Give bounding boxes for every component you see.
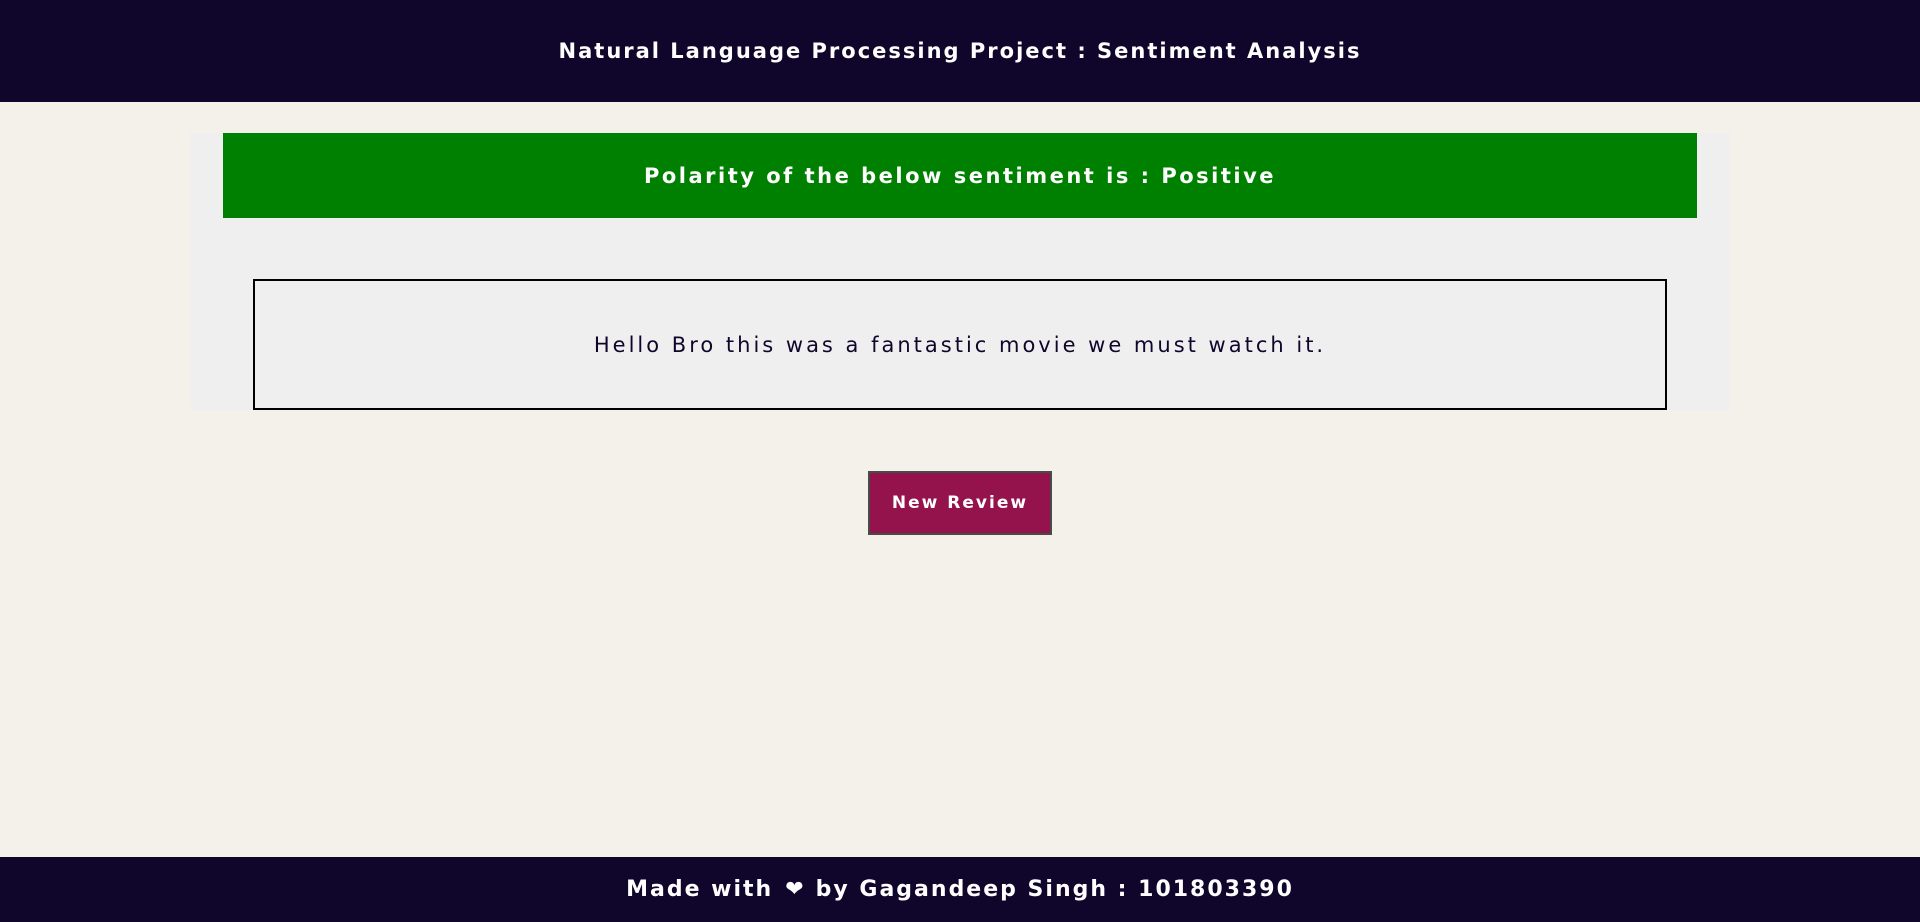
new-review-button[interactable]: New Review [868, 471, 1052, 535]
page-title: Natural Language Processing Project : Se… [558, 39, 1362, 63]
header-bar: Natural Language Processing Project : Se… [0, 0, 1920, 102]
heart-icon: ❤ [785, 877, 804, 902]
result-panel: Polarity of the below sentiment is : Pos… [190, 133, 1730, 410]
footer-bar: Made with ❤ by Gagandeep Singh : 1018033… [0, 857, 1920, 922]
footer-credit: by Gagandeep Singh : 101803390 [815, 877, 1294, 902]
review-text-box: Hello Bro this was a fantastic movie we … [253, 279, 1667, 410]
polarity-text: Polarity of the below sentiment is : Pos… [643, 163, 1277, 188]
review-text: Hello Bro this was a fantastic movie we … [593, 332, 1327, 357]
polarity-banner: Polarity of the below sentiment is : Pos… [223, 133, 1697, 218]
footer-prefix: Made with [626, 877, 774, 902]
